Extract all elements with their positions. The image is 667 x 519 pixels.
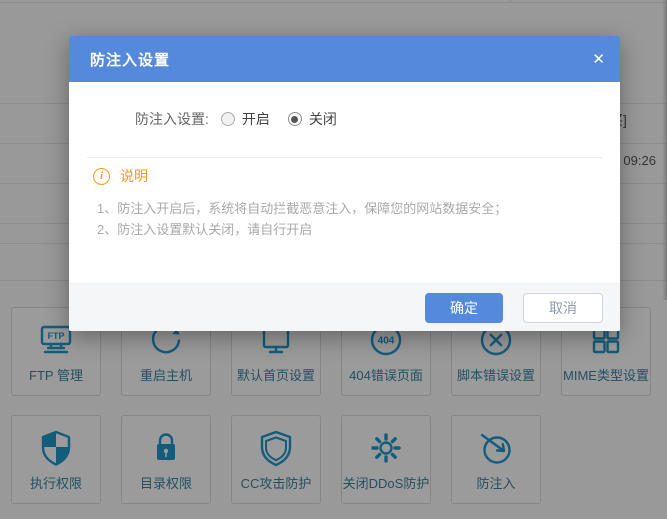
radio-option-enable[interactable]: 开启 bbox=[221, 109, 270, 129]
dialog-footer: 确定 取消 bbox=[69, 283, 620, 331]
dialog-header: 防注入设置 ✕ bbox=[69, 36, 620, 82]
notice-section: i 说明 1、防注入开启后，系统将自动拦截恶意注入，保障您的网站数据安全； 2、… bbox=[93, 166, 600, 240]
radio-button-disable[interactable] bbox=[288, 112, 302, 126]
anti-injection-settings-dialog: 防注入设置 ✕ 防注入设置: 开启 关闭 i 说明 1、防注入开启后，系统将自动… bbox=[69, 36, 620, 331]
confirm-button[interactable]: 确定 bbox=[425, 293, 503, 323]
radio-button-enable[interactable] bbox=[221, 112, 235, 126]
section-divider bbox=[87, 157, 602, 158]
close-icon[interactable]: ✕ bbox=[592, 52, 605, 67]
setting-label: 防注入设置: bbox=[135, 109, 209, 129]
radio-label-disable[interactable]: 关闭 bbox=[309, 109, 337, 129]
notice-list: 1、防注入开启后，系统将自动拦截恶意注入，保障您的网站数据安全； 2、防注入设置… bbox=[97, 198, 600, 240]
info-icon: i bbox=[93, 168, 110, 185]
dialog-title: 防注入设置 bbox=[90, 49, 170, 70]
notice-item-2: 2、防注入设置默认关闭，请自行开启 bbox=[97, 219, 600, 240]
radio-label-enable[interactable]: 开启 bbox=[242, 109, 270, 129]
notice-header: i 说明 bbox=[93, 166, 600, 186]
cancel-button[interactable]: 取消 bbox=[523, 293, 603, 323]
radio-option-disable[interactable]: 关闭 bbox=[288, 109, 337, 129]
notice-item-1: 1、防注入开启后，系统将自动拦截恶意注入，保障您的网站数据安全； bbox=[97, 198, 600, 219]
anti-injection-setting-row: 防注入设置: 开启 关闭 bbox=[135, 106, 337, 132]
radio-dot bbox=[291, 116, 298, 123]
host-control-panel-page: 买] -06 09:26 FTP FTP 管理 重启主机 bbox=[0, 0, 667, 519]
notice-title: 说明 bbox=[120, 166, 148, 186]
